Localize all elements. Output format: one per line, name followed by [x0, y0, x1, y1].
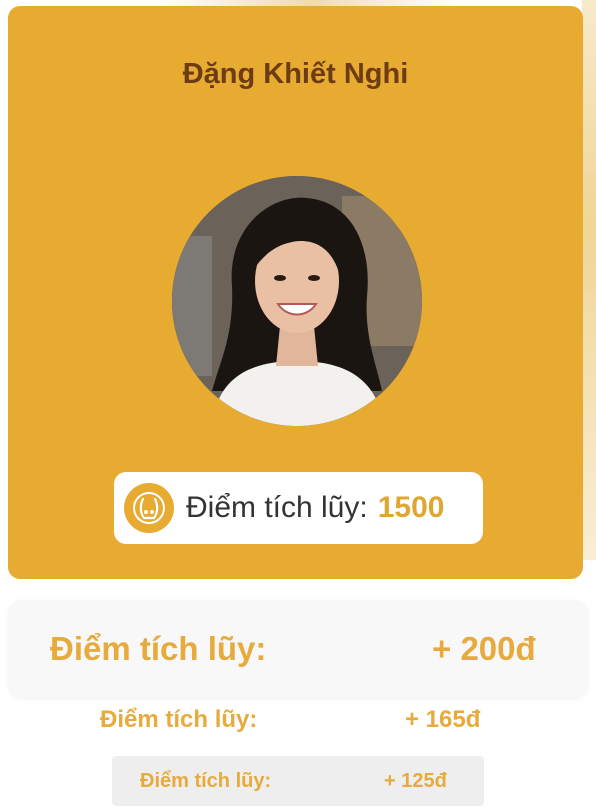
tier-item-2[interactable]: Điểm tích lũy: + 165đ	[8, 700, 588, 740]
tier-value: + 125đ	[384, 769, 447, 792]
avatar[interactable]	[172, 176, 422, 426]
tier-label: Điểm tích lũy:	[100, 706, 258, 733]
points-label: Điểm tích lũy:	[186, 491, 368, 524]
user-photo-icon	[172, 176, 422, 426]
profile-card: Đặng Khiết Nghi Điểm tích lũy: 1500	[8, 6, 583, 579]
points-value: 1500	[377, 491, 445, 524]
rewards-page: Đặng Khiết Nghi Điểm tích lũy: 1500 Điểm…	[0, 0, 596, 810]
tier-label: Điểm tích lũy:	[50, 630, 267, 667]
tier-value: + 165đ	[405, 706, 481, 733]
profile-name: Đặng Khiết Nghi	[182, 58, 409, 90]
points-pill[interactable]: Điểm tích lũy: 1500	[114, 472, 483, 544]
coin-icon	[124, 483, 174, 533]
tier-item-3[interactable]: Điểm tích lũy: + 125đ	[112, 756, 484, 806]
decorative-sheen	[582, 0, 596, 560]
tier-item-1[interactable]: Điểm tích lũy: + 200đ	[8, 600, 588, 698]
tier-label: Điểm tích lũy:	[140, 769, 272, 792]
tier-value: + 200đ	[432, 630, 536, 667]
